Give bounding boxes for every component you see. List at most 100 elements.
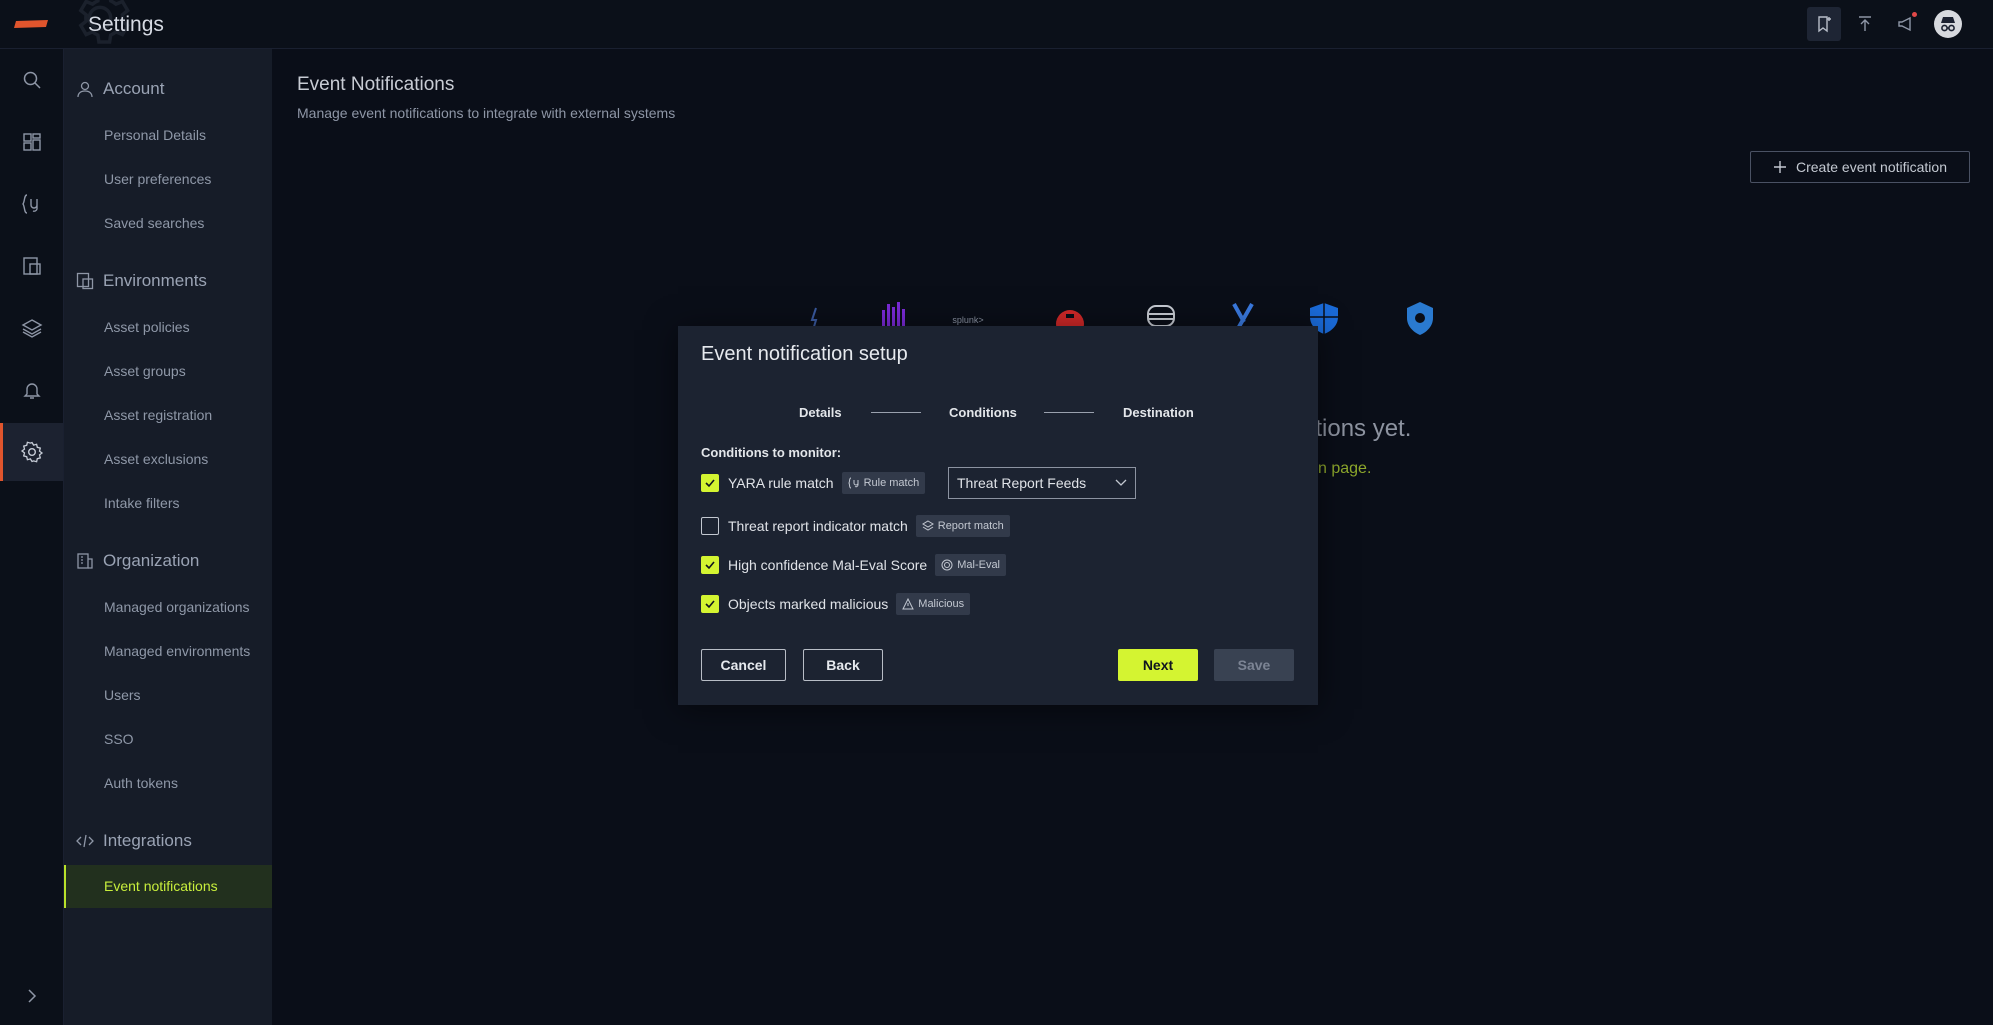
splunk-logo: splunk>: [952, 315, 983, 325]
step-divider: [1044, 412, 1094, 413]
announcements-button[interactable]: [1889, 7, 1923, 41]
sidebar-item-managed-organizations[interactable]: Managed organizations: [104, 599, 250, 615]
mal-eval-tag: Mal-Eval: [935, 554, 1007, 576]
app-title: Settings: [88, 13, 164, 36]
megaphone-icon: [1898, 16, 1911, 32]
warning-icon: [902, 598, 915, 610]
create-event-notification-button[interactable]: Create event notification: [1750, 151, 1970, 183]
upload-button[interactable]: [1848, 7, 1882, 41]
search-icon: [23, 71, 41, 89]
rail-settings[interactable]: [0, 423, 63, 481]
check-icon: [705, 561, 715, 570]
sidebar-item-user-preferences[interactable]: User preferences: [104, 171, 211, 187]
sidebar-item-personal-details[interactable]: Personal Details: [104, 127, 206, 143]
malicious-tag: Malicious: [896, 593, 971, 615]
condition-row-mal-eval: High confidence Mal-Eval Score Mal-Eval: [701, 553, 1007, 577]
yara-checkbox[interactable]: [701, 474, 719, 492]
page-subtitle: Manage event notifications to integrate …: [297, 105, 676, 121]
mal-eval-checkbox[interactable]: [701, 556, 719, 574]
section-label: Account: [103, 79, 165, 98]
section-account: Account: [76, 79, 164, 99]
sidebar-item-asset-registration[interactable]: Asset registration: [104, 407, 212, 423]
section-label: Organization: [103, 551, 200, 570]
building-icon: [77, 553, 93, 569]
condition-label: Objects marked malicious: [728, 596, 889, 612]
check-icon: [705, 600, 715, 609]
logo-icon[interactable]: [14, 20, 48, 28]
chevron-down-icon: [1115, 479, 1127, 486]
target-icon: [941, 559, 953, 571]
condition-row-yara: YARA rule match Rule match: [701, 471, 926, 495]
rail-dashboard[interactable]: [0, 113, 63, 171]
page-title: Event Notifications: [297, 74, 455, 95]
rail-alerts[interactable]: [0, 361, 63, 419]
sidebar-item-asset-groups[interactable]: Asset groups: [104, 363, 186, 379]
bookmark-add-icon: [1818, 16, 1831, 33]
sidebar-item-managed-environments[interactable]: Managed environments: [104, 643, 250, 659]
layers-icon: [21, 319, 42, 338]
layers-icon: [921, 520, 934, 531]
user-avatar[interactable]: [1934, 10, 1962, 38]
select-value: Threat Report Feeds: [957, 475, 1087, 491]
dashboard-icon: [22, 133, 41, 151]
modal-title: Event notification setup: [701, 343, 908, 365]
report-match-tag: Report match: [915, 515, 1010, 537]
step-details: Details: [799, 405, 842, 420]
empty-state-link[interactable]: n page.: [1318, 460, 1371, 478]
sidebar-item-event-notifications[interactable]: Event notifications: [64, 865, 272, 908]
rail-search[interactable]: [0, 51, 63, 109]
settings-sidebar: Account Personal Details User preference…: [64, 49, 272, 1025]
sidebar-item-asset-exclusions[interactable]: Asset exclusions: [104, 451, 208, 467]
user-icon: [77, 81, 93, 98]
section-label: Integrations: [103, 831, 192, 850]
gear-icon: [20, 441, 43, 463]
code-icon: [76, 834, 94, 848]
rail-yara[interactable]: [0, 175, 63, 233]
tag-label: Malicious: [918, 598, 965, 610]
upload-icon: [1859, 16, 1871, 31]
environments-icon: [76, 272, 94, 290]
rail-layers[interactable]: [0, 299, 63, 357]
save-button[interactable]: Save: [1214, 649, 1294, 681]
threat-report-feeds-select[interactable]: Threat Report Feeds: [948, 467, 1136, 499]
sidebar-item-asset-policies[interactable]: Asset policies: [104, 319, 190, 335]
cancel-button[interactable]: Cancel: [701, 649, 786, 681]
rail-reports[interactable]: [0, 237, 63, 295]
sidebar-item-intake-filters[interactable]: Intake filters: [104, 495, 179, 511]
step-conditions: Conditions: [949, 405, 1017, 420]
server-logo-icon: [1147, 305, 1175, 327]
sidebar-item-auth-tokens[interactable]: Auth tokens: [104, 775, 178, 791]
notification-dot: [1912, 12, 1917, 17]
malicious-checkbox[interactable]: [701, 595, 719, 613]
back-button[interactable]: Back: [803, 649, 883, 681]
create-button-label: Create event notification: [1796, 159, 1947, 175]
condition-row-threat-report: Threat report indicator match Report mat…: [701, 514, 1010, 538]
section-integrations: Integrations: [76, 831, 192, 851]
condition-label: High confidence Mal-Eval Score: [728, 557, 928, 573]
bookmark-button[interactable]: [1807, 7, 1841, 41]
tag-label: Mal-Eval: [957, 559, 1001, 571]
sidebar-item-users[interactable]: Users: [104, 687, 141, 703]
section-label: Environments: [103, 271, 207, 290]
threat-report-checkbox[interactable]: [701, 517, 719, 535]
tag-label: Rule match: [863, 477, 920, 489]
plus-icon: [1774, 161, 1786, 173]
section-environments: Environments: [76, 271, 207, 291]
icon-rail: [0, 49, 64, 1025]
rail-expand[interactable]: [0, 967, 63, 1025]
condition-label: YARA rule match: [728, 475, 834, 491]
yara-icon: [21, 194, 38, 214]
condition-label: Threat report indicator match: [728, 518, 908, 534]
tag-label: Report match: [937, 520, 1004, 532]
incognito-icon: [1941, 17, 1955, 32]
step-divider: [871, 412, 921, 413]
top-bar: Settings: [0, 0, 1993, 49]
sidebar-item-sso[interactable]: SSO: [104, 731, 134, 747]
yara-icon: [848, 477, 859, 489]
check-icon: [705, 479, 715, 488]
sidebar-item-saved-searches[interactable]: Saved searches: [104, 215, 204, 231]
next-button[interactable]: Next: [1118, 649, 1198, 681]
bell-icon: [22, 383, 41, 399]
event-notification-setup-modal: Event notification setup Details Conditi…: [678, 326, 1318, 705]
section-organization: Organization: [76, 551, 199, 571]
